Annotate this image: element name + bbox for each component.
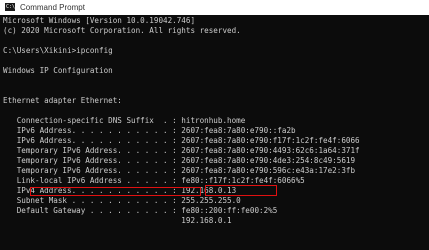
console-line-subnet-mask: Subnet Mask . . . . . . . . . . . : 255.… <box>3 196 241 205</box>
console-line-ipv6-address: IPv6 Address. . . . . . . . . . . : 2607… <box>3 136 360 145</box>
console-line-temporary-ipv6: Temporary IPv6 Address. . . . . . : 2607… <box>3 146 360 155</box>
highlight-ipv4-value <box>205 185 277 196</box>
console-line-dns-suffix: Connection-specific DNS Suffix . : hitro… <box>3 116 246 125</box>
console-line-default-gateway-ipv4: 192.168.0.1 <box>3 216 232 225</box>
console-line-copyright: (c) 2020 Microsoft Corporation. All righ… <box>3 26 241 35</box>
cmd-icon: C:\ <box>5 3 16 11</box>
console-line-ipv6-address: IPv6 Address. . . . . . . . . . . : 2607… <box>3 126 296 135</box>
console-line-temporary-ipv6: Temporary IPv6 Address. . . . . . : 2607… <box>3 166 356 175</box>
console-line-ip-config-heading: Windows IP Configuration <box>3 66 113 75</box>
console-output[interactable]: Microsoft Windows [Version 10.0.19042.74… <box>0 15 429 250</box>
console-line-temporary-ipv6: Temporary IPv6 Address. . . . . . : 2607… <box>3 156 356 165</box>
command-prompt-window: C:\ Command Prompt Microsoft Windows [Ve… <box>0 0 429 250</box>
console-line-version: Microsoft Windows [Version 10.0.19042.74… <box>3 16 196 25</box>
title-bar[interactable]: C:\ Command Prompt <box>0 0 429 15</box>
console-line-default-gateway: Default Gateway . . . . . . . . . : fe80… <box>3 206 278 215</box>
highlight-ipv4-label <box>30 187 201 196</box>
console-line-adapter-heading: Ethernet adapter Ethernet: <box>3 96 122 105</box>
console-line-command: C:\Users\Xikini>ipconfig <box>3 46 113 55</box>
window-title: Command Prompt <box>20 3 85 12</box>
